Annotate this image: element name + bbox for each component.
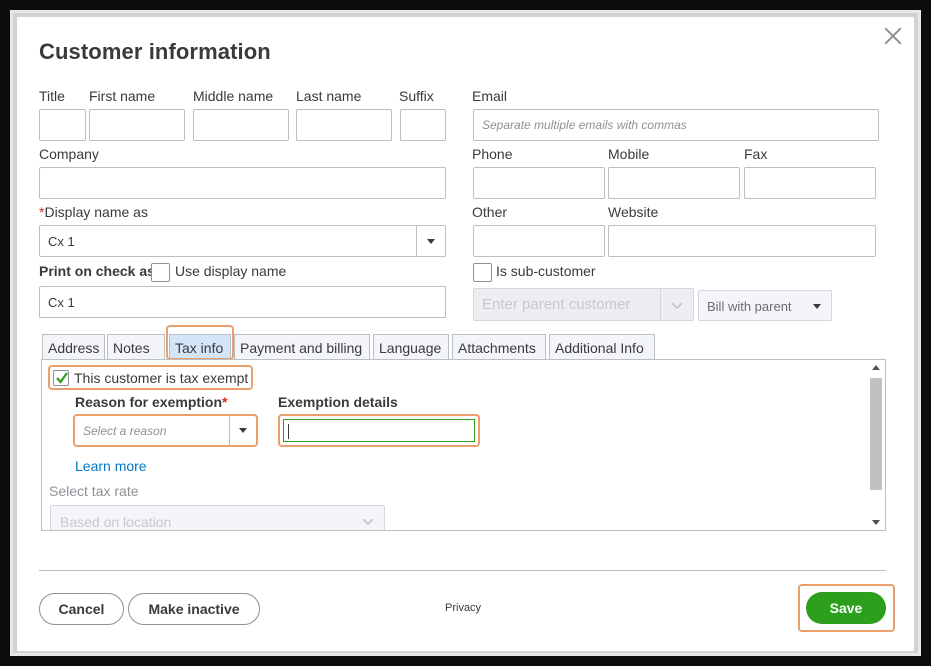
tax-rate-dropdown: Based on location [50, 505, 385, 530]
tax-rate-value: Based on location [60, 514, 172, 530]
reason-placeholder: Select a reason [83, 424, 167, 438]
mobile-input[interactable] [608, 167, 740, 199]
company-label: Company [39, 146, 99, 162]
tax-exempt-checkbox[interactable] [53, 370, 69, 386]
tab-attachments[interactable]: Attachments [452, 334, 546, 360]
tax-exempt-label: This customer is tax exempt [74, 370, 249, 386]
footer-divider [39, 570, 886, 571]
email-input[interactable]: Separate multiple emails with commas [473, 109, 879, 141]
checkmark-icon [56, 372, 68, 384]
chevron-down-icon [362, 518, 374, 526]
parent-customer-placeholder: Enter parent customer [482, 296, 631, 313]
parent-customer-dropdown: Enter parent customer [473, 288, 694, 321]
tab-payment-and-billing[interactable]: Payment and billing [234, 334, 370, 360]
tab-address[interactable]: Address [42, 334, 105, 360]
customer-information-dialog: Customer information Title First name Mi… [17, 17, 914, 651]
bill-with-parent-label: Bill with parent [707, 299, 792, 314]
website-label: Website [608, 204, 659, 220]
scroll-thumb[interactable] [870, 378, 882, 490]
scroll-down-icon[interactable] [872, 520, 880, 525]
reason-dropdown[interactable]: Select a reason [73, 414, 258, 447]
chevron-down-icon [239, 428, 247, 433]
exemption-details-label: Exemption details [278, 394, 398, 410]
scroll-up-icon[interactable] [872, 365, 880, 370]
fax-input[interactable] [744, 167, 876, 199]
bill-with-parent-dropdown: Bill with parent [698, 290, 832, 321]
display-name-label: *Display name as [39, 204, 148, 220]
other-label: Other [472, 204, 508, 220]
first-name-label: First name [89, 88, 156, 104]
fax-label: Fax [744, 146, 768, 162]
use-display-name-label: Use display name [175, 263, 287, 279]
chevron-down-icon [671, 302, 683, 310]
company-input[interactable] [39, 167, 446, 199]
panel-scrollbar[interactable] [869, 362, 883, 528]
mobile-label: Mobile [608, 146, 650, 162]
reason-for-exemption-label: Reason for exemption* [75, 394, 228, 410]
save-button[interactable]: Save [806, 592, 886, 624]
phone-label: Phone [472, 146, 513, 162]
tab-notes[interactable]: Notes [107, 334, 165, 360]
sub-customer-checkbox[interactable] [473, 263, 492, 282]
other-input[interactable] [473, 225, 605, 257]
text-cursor [288, 424, 289, 439]
select-tax-rate-label: Select tax rate [49, 483, 139, 499]
sub-customer-label: Is sub-customer [496, 263, 596, 279]
email-label: Email [472, 88, 508, 104]
tab-additional-info[interactable]: Additional Info [549, 334, 655, 360]
cancel-button[interactable]: Cancel [39, 593, 124, 625]
middle-name-label: Middle name [193, 88, 274, 104]
chevron-down-icon [427, 239, 435, 244]
suffix-input[interactable] [400, 109, 446, 141]
tab-language[interactable]: Language [373, 334, 449, 360]
dialog-title: Customer information [39, 39, 271, 64]
exemption-details-input[interactable] [278, 414, 480, 447]
close-icon[interactable] [882, 25, 904, 47]
email-placeholder: Separate multiple emails with commas [482, 118, 687, 132]
last-name-input[interactable] [296, 109, 392, 141]
first-name-input[interactable] [89, 109, 185, 141]
tax-info-tab-highlight [166, 325, 234, 360]
title-label: Title [39, 88, 65, 104]
title-input[interactable] [39, 109, 86, 141]
print-on-check-input[interactable]: Cx 1 [39, 286, 446, 318]
use-display-name-checkbox[interactable] [151, 263, 170, 282]
make-inactive-button[interactable]: Make inactive [128, 593, 260, 625]
tax-exempt-row[interactable]: This customer is tax exempt [48, 365, 253, 390]
last-name-label: Last name [296, 88, 362, 104]
display-name-value: Cx 1 [48, 234, 75, 249]
website-input[interactable] [608, 225, 876, 257]
learn-more-link[interactable]: Learn more [75, 458, 147, 474]
chevron-down-icon [813, 304, 821, 309]
phone-input[interactable] [473, 167, 605, 199]
suffix-label: Suffix [399, 88, 434, 104]
display-name-dropdown[interactable]: Cx 1 [39, 225, 446, 257]
print-on-check-label: Print on check as [39, 263, 155, 279]
privacy-link[interactable]: Privacy [445, 602, 481, 614]
middle-name-input[interactable] [193, 109, 289, 141]
tax-info-panel: This customer is tax exempt Reason for e… [41, 359, 886, 531]
